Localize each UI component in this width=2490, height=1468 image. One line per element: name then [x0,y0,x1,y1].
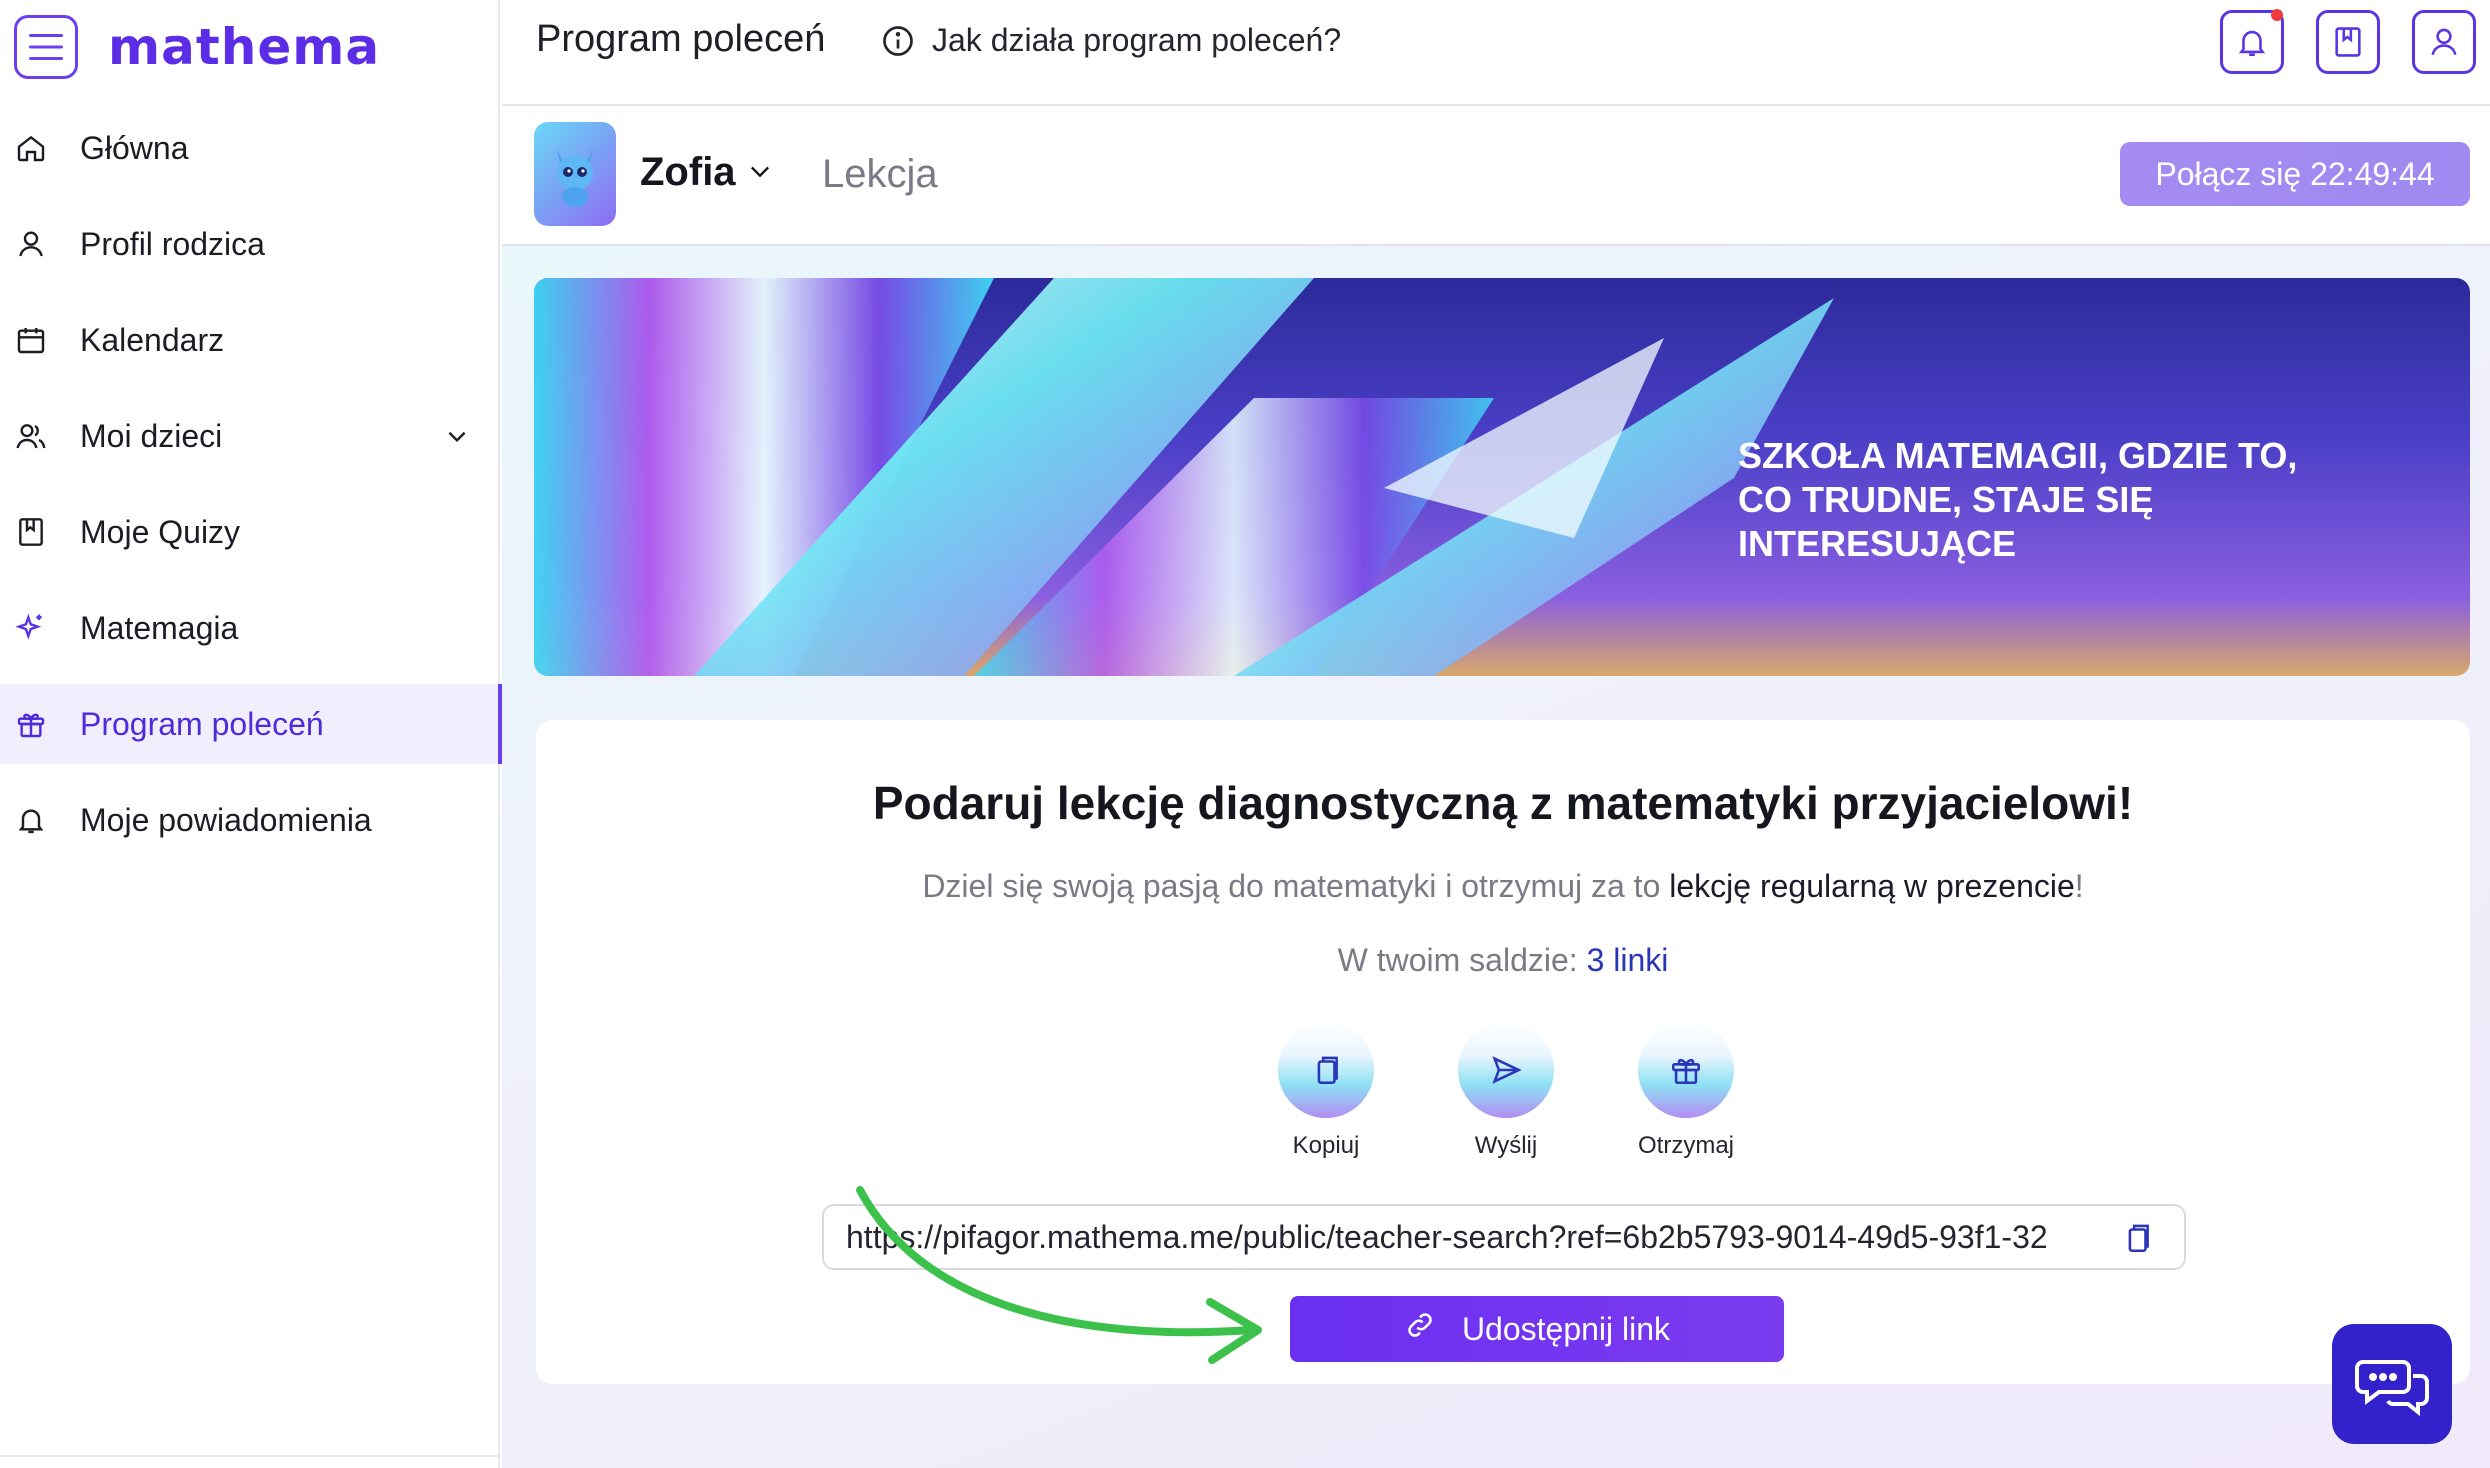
copy-action-button[interactable] [1278,1022,1374,1118]
top-bar: Program poleceń Jak działa program polec… [502,0,2490,106]
notifications-button[interactable] [2220,9,2284,74]
sidebar-item-label: Kalendarz [80,321,225,358]
gift-icon [1671,1058,1701,1085]
subtitle-text: Dziel się swoją pasją do matematyki i ot… [922,868,1670,904]
notification-dot [2271,9,2283,21]
sidebar-item-home[interactable]: Główna [0,108,500,188]
sidebar-nav: Główna Profil rodzica Kalendarz Moi dzie… [0,108,502,876]
info-icon [880,23,916,59]
quizzes-button[interactable] [2316,10,2380,74]
child-name: Zofia [640,150,736,194]
send-icon [1492,1056,1522,1084]
user-icon [14,227,48,261]
banner-slogan: SZKOŁA MATEMAGII, GDZIE TO, CO TRUDNE, S… [1738,434,2438,566]
logo-row: mathema [14,12,380,82]
sidebar-item-label: Program poleceń [80,705,324,742]
referral-subtitle: Dziel się swoją pasją do matematyki i ot… [536,868,2470,905]
bookmark-icon [14,515,48,549]
child-bar: Zofia Lekcja Połącz się 22:49:44 [502,106,2490,246]
balance-info: W twoim saldzie: 3 linki [536,942,2470,979]
copy-action-label: Kopiuj [1292,1132,1360,1159]
sidebar: mathema Główna Profil rodzica Kalendarz … [0,0,502,1468]
hamburger-icon [29,34,63,60]
page-title: Program poleceń [536,18,826,60]
balance-value: 3 linki [1586,942,1669,978]
subtitle-highlight: lekcję regularną w prezencie [1669,868,2075,904]
receive-action-button[interactable] [1638,1022,1734,1118]
send-action-button[interactable] [1458,1022,1554,1118]
children-icon [14,419,48,453]
chevron-down-icon [746,150,774,195]
send-action-label: Wyślij [1474,1132,1538,1159]
banner-line-2: CO TRUDNE, STAJE SIĘ INTERESUJĄCE [1738,479,2154,564]
sidebar-divider [0,1455,500,1457]
receive-action[interactable]: Otrzymaj [1636,1022,1736,1160]
sidebar-item-label: Matemagia [80,609,239,646]
bookmark-icon [2335,27,2361,57]
sidebar-item-notifications[interactable]: Moje powiadomienia [0,780,500,860]
promo-banner: SZKOŁA MATEMAGII, GDZIE TO, CO TRUDNE, S… [534,278,2470,676]
sparkle-icon [14,611,48,645]
subtitle-suffix: ! [2074,868,2084,904]
balance-label: W twoim saldzie: [1337,942,1587,978]
calendar-icon [14,323,48,357]
app-logo[interactable]: mathema [108,18,380,76]
chevron-down-icon[interactable] [444,420,470,457]
sidebar-item-label: Profil rodzica [80,225,265,262]
child-avatar[interactable] [534,122,616,226]
menu-toggle-button[interactable] [14,15,78,79]
gift-icon [14,707,48,741]
chat-icon [2355,1360,2429,1416]
sidebar-item-label: Moje Quizy [80,513,241,550]
sidebar-item-calendar[interactable]: Kalendarz [0,300,500,380]
bell-icon [14,803,48,837]
referral-actions: Kopiuj Wyślij Otrzymaj [1276,1022,1736,1160]
copy-link-icon[interactable] [2120,1220,2154,1261]
sidebar-item-quizzes[interactable]: Moje Quizy [0,492,500,572]
bell-icon [2238,30,2266,57]
help-link[interactable]: Jak działa program poleceń? [880,22,1341,59]
banner-line-1: SZKOŁA MATEMAGII, GDZIE TO, [1738,435,2298,476]
sidebar-item-parent-profile[interactable]: Profil rodzica [0,204,500,284]
profile-button[interactable] [2412,10,2476,74]
sidebar-item-referral-program[interactable]: Program poleceń [0,684,502,764]
receive-action-label: Otrzymaj [1638,1132,1734,1159]
copy-icon [1317,1056,1338,1085]
copy-action[interactable]: Kopiuj [1276,1022,1376,1160]
top-icons [2220,9,2476,74]
user-icon [2431,28,2457,56]
sidebar-item-my-children[interactable]: Moi dzieci [0,396,500,476]
help-link-label: Jak działa program poleceń? [932,22,1342,58]
sidebar-item-label: Moi dzieci [80,417,223,454]
referral-title: Podaruj lekcję diagnostyczną z matematyk… [872,777,2134,829]
home-icon [14,131,48,165]
chat-button[interactable] [2332,1324,2452,1444]
sidebar-item-matemagia[interactable]: Matemagia [0,588,500,668]
cat-avatar-icon [557,149,593,207]
connect-button[interactable]: Połącz się 22:49:44 [2120,142,2470,206]
annotation-arrow [856,1186,1262,1364]
sidebar-item-label: Moje powiadomienia [80,801,372,838]
tab-lesson[interactable]: Lekcja [822,152,938,197]
send-action[interactable]: Wyślij [1456,1022,1556,1160]
sidebar-item-label: Główna [80,129,189,166]
child-selector[interactable]: Zofia [640,150,774,195]
